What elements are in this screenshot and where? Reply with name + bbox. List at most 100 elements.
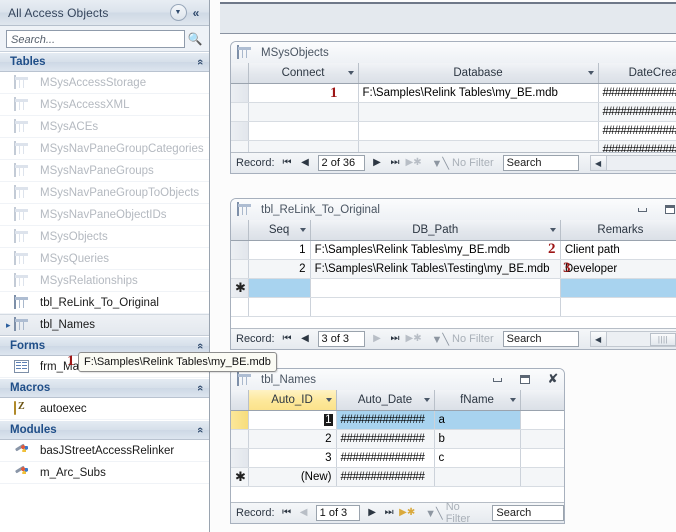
cell-auto-id[interactable]: 1 [248,410,337,430]
minimize-icon[interactable] [490,373,504,387]
sidebar-item-msysrelationships[interactable]: ▶ MSysRelationships [0,270,209,292]
sidebar-item-m-arc-subs[interactable]: ▶ m_Arc_Subs [0,462,209,484]
cell-db-path[interactable]: F:\Samples\Relink Tables\Testing\my_BE.m… [310,259,561,279]
first-record-button[interactable]: ⏮ [280,158,295,168]
column-header-auto-id[interactable]: Auto_ID [248,390,337,411]
cell-fname[interactable]: c [434,448,521,468]
record-position-input[interactable]: 2 of 36 [317,155,365,171]
sidebar-item-msysaccessxml[interactable]: ▶ MSysAccessXML [0,94,209,116]
column-header-database[interactable]: Database [358,63,599,84]
table-row[interactable]: 1 ############## a [231,410,564,430]
table-row[interactable]: 3 ############## c [231,448,564,468]
record-position-input[interactable]: 3 of 3 [317,331,365,347]
cell-connect[interactable] [248,102,359,122]
row-selector[interactable] [231,429,249,449]
chevron-down-icon[interactable] [423,397,430,402]
row-selector-current[interactable] [231,410,249,430]
column-header-db-path[interactable]: DB_Path [310,220,561,241]
navigation-pane-dropdown-button[interactable]: ▼ [169,4,187,22]
close-icon[interactable]: ✘ [546,373,560,387]
row-selector[interactable] [231,448,249,468]
select-all-corner[interactable] [231,220,249,241]
previous-record-button[interactable]: ◀ [298,334,313,344]
chevron-down-icon[interactable] [325,397,332,402]
cell-seq[interactable]: 1 [248,240,311,260]
column-header-fname[interactable]: fName [434,390,521,411]
cell-database[interactable]: F:\Samples\Relink Tables\my_BE.mdb [358,83,599,103]
cell-fname[interactable]: a [434,410,521,430]
new-record-button[interactable]: ▶✱ [406,334,422,344]
table-row[interactable]: F:\Samples\Relink Tables\my_BE.mdb #####… [231,83,676,103]
cell-auto-date[interactable]: ############## [336,429,435,449]
new-record-row-selector[interactable]: ✱ [231,467,249,487]
minimize-icon[interactable] [635,203,649,217]
scroll-left-icon[interactable]: ◀ [590,332,607,346]
cell-fname[interactable]: b [434,429,521,449]
search-input[interactable]: Search... [6,29,185,48]
last-record-button[interactable]: ⏭ [382,508,396,518]
filter-toggle-button[interactable]: ▼╲ No Filter [432,333,494,346]
new-record-row-selector[interactable]: ✱ [231,278,249,298]
select-all-corner[interactable] [231,390,249,411]
new-record-button[interactable]: ▶✱ [399,508,415,518]
window-title-bar-msysobjects[interactable]: MSysObjects [231,42,676,63]
scroll-left-icon[interactable]: ◀ [590,156,607,170]
row-selector[interactable] [231,240,249,260]
table-row[interactable]: 1 F:\Samples\Relink Tables\my_BE.mdb Cli… [231,240,676,260]
table-row[interactable]: ############## [231,102,676,122]
filter-toggle-button[interactable]: ▼╲ No Filter [432,157,494,170]
column-header-seq[interactable]: Seq [248,220,311,241]
sidebar-item-basjstreetaccessrelinker[interactable]: ▶ basJStreetAccessRelinker [0,440,209,462]
cell-db-path[interactable]: F:\Samples\Relink Tables\my_BE.mdb [310,240,561,260]
column-header-auto-date[interactable]: Auto_Date [336,390,435,411]
cell-auto-id[interactable]: 2 [248,429,337,449]
nav-group-header-modules[interactable]: Modules « [0,420,209,440]
sidebar-item-tbl-names[interactable]: ▸ tbl_Names [0,314,209,336]
datasheet-search-input[interactable]: Search [502,155,579,171]
sidebar-item-msysaccessstorage[interactable]: ▶ MSysAccessStorage [0,72,209,94]
table-row-new[interactable]: ✱ (New) ############## [231,467,564,487]
sidebar-item-msysnavpaneobjectids[interactable]: ▶ MSysNavPaneObjectIDs [0,204,209,226]
cell-connect[interactable] [248,121,359,141]
chevron-down-icon[interactable] [587,70,594,75]
next-record-button[interactable]: ▶ [370,158,385,168]
restore-icon[interactable] [663,203,676,217]
column-header-remarks[interactable]: Remarks [560,220,676,241]
chevron-up-icon[interactable]: « [194,385,206,391]
cell-connect[interactable] [248,83,359,103]
cell-datecreate[interactable]: ############## [598,121,676,141]
row-selector[interactable] [231,83,249,103]
window-title-bar-relink[interactable]: tbl_ReLink_To_Original [231,199,676,220]
previous-record-button[interactable]: ◀ [298,158,313,168]
next-record-button[interactable]: ▶ [370,334,385,344]
chevron-up-icon[interactable]: « [194,343,206,349]
cell-remarks[interactable]: Client path [560,240,676,260]
datasheet-search-input[interactable]: Search [492,505,564,521]
table-row[interactable]: 2 F:\Samples\Relink Tables\Testing\my_BE… [231,259,676,279]
cell-datecreate[interactable]: ############## [598,102,676,122]
sidebar-item-msysobjects[interactable]: ▶ MSysObjects [0,226,209,248]
window-title-bar-names[interactable]: tbl_Names ✘ [231,369,564,390]
cell-fname[interactable] [434,467,521,487]
restore-icon[interactable] [518,373,532,387]
row-selector[interactable] [231,102,249,122]
table-row-new[interactable]: ✱ [231,278,676,298]
sidebar-item-msysnavpanegroupcategories[interactable]: ▶ MSysNavPaneGroupCategories [0,138,209,160]
chevron-up-icon[interactable]: « [194,427,206,433]
horizontal-scrollbar[interactable]: ◀ |||| [589,331,676,347]
last-record-button[interactable]: ⏭ [388,334,403,344]
scrollbar-thumb[interactable]: |||| [650,332,676,346]
row-selector[interactable] [231,121,249,141]
chevron-down-icon[interactable] [299,227,306,232]
previous-record-button[interactable]: ◀ [297,508,311,518]
cell-seq[interactable]: 2 [248,259,311,279]
cell-db-path[interactable] [310,278,561,298]
datasheet-search-input[interactable]: Search [502,331,579,347]
column-header-connect[interactable]: Connect [248,63,359,84]
sidebar-item-tbl-relink-to-original[interactable]: ▶ tbl_ReLink_To_Original [0,292,209,314]
row-selector[interactable] [231,259,249,279]
next-record-button[interactable]: ▶ [365,508,379,518]
sidebar-item-msysaces[interactable]: ▶ MSysACEs [0,116,209,138]
chevron-down-icon[interactable] [509,397,516,402]
table-row[interactable]: ############## [231,121,676,141]
